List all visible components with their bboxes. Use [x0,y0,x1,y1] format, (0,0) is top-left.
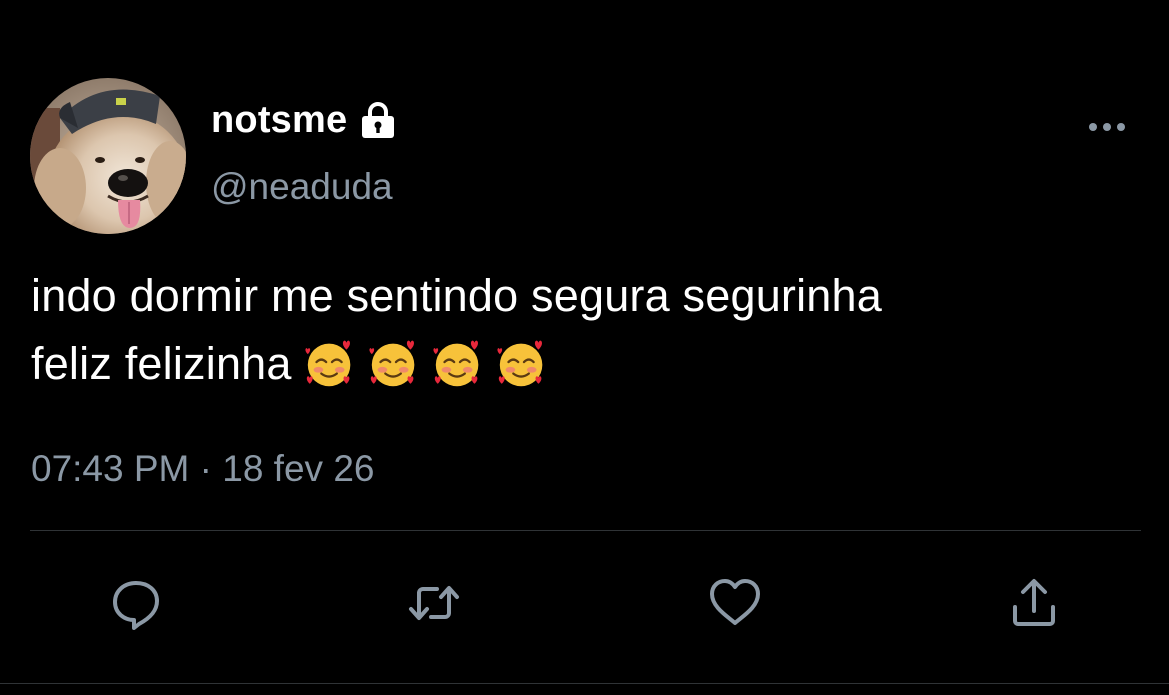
name-row: notsme [211,96,399,144]
reply-icon [113,581,159,630]
user-handle[interactable]: @neaduda [211,166,393,208]
smiling-face-with-hearts-emoji [497,340,542,387]
tweet-timestamp[interactable]: 07:43 PM · 18 fev 26 [31,448,374,490]
share-icon [1013,579,1055,626]
smiling-face-with-hearts-emoji [369,340,414,387]
display-name[interactable]: notsme [211,99,347,142]
avatar[interactable] [30,78,186,234]
tweet-text: indo dormir me sentindo segura segurinha… [31,262,1141,398]
lock-icon [362,102,395,138]
divider [30,530,1141,531]
tweet-text-line2-container: feliz felizinha [31,330,1141,398]
reply-button[interactable] [103,570,169,636]
more-options-button[interactable] [1083,110,1131,144]
tweet-text-line1: indo dormir me sentindo segura segurinha [31,270,882,321]
tweet-card: notsme @neaduda indo dormir me sentindo … [0,0,1169,695]
emoji-row [302,334,552,392]
action-bar [0,570,1169,636]
heart-icon [710,579,760,625]
like-button[interactable] [702,570,768,636]
smiling-face-with-hearts-emoji [433,340,478,387]
smiling-face-with-hearts-emoji [305,340,350,387]
retweet-button[interactable] [401,570,467,636]
more-icon [1089,123,1125,131]
bottom-divider [0,683,1169,684]
share-button[interactable] [1001,570,1067,636]
tweet-text-line2: feliz felizinha [31,338,292,389]
retweet-icon [409,586,459,620]
